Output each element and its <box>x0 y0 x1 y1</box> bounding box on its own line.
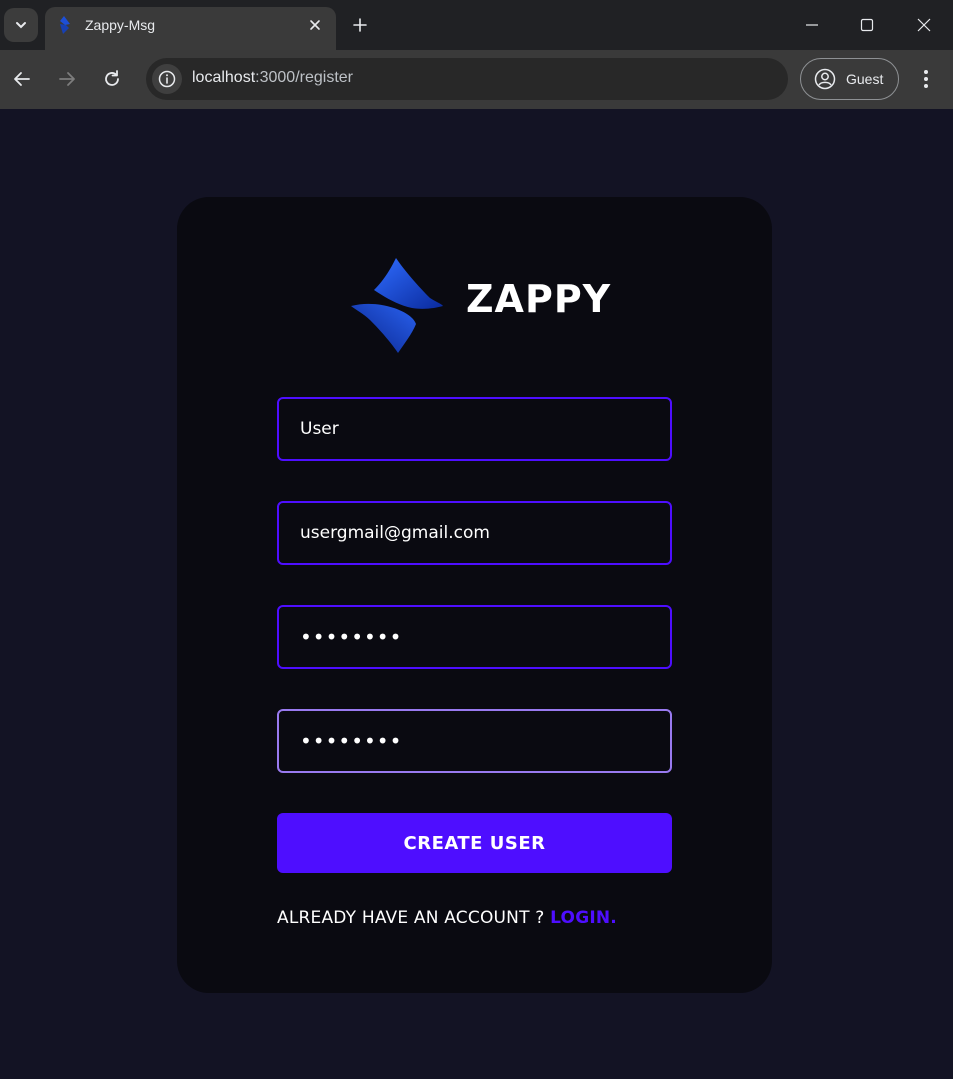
more-vertical-icon <box>924 70 928 88</box>
arrow-right-icon <box>59 72 75 86</box>
new-tab-button[interactable] <box>348 13 372 37</box>
browser-tab[interactable]: Zappy-Msg <box>45 7 336 50</box>
tab-search-button[interactable] <box>4 8 38 42</box>
close-icon <box>310 20 320 30</box>
password-input[interactable] <box>277 605 672 669</box>
url-path: :3000/register <box>255 69 353 86</box>
profile-label: Guest <box>846 71 884 87</box>
browser-tab-strip: Zappy-Msg <box>0 0 953 50</box>
account-circle-icon <box>814 68 836 90</box>
forward-button[interactable] <box>53 65 81 93</box>
confirm-password-input[interactable] <box>277 709 672 773</box>
login-link[interactable]: LOGIN. <box>550 908 617 928</box>
browser-menu-button[interactable] <box>914 65 938 93</box>
zappy-logo-icon <box>60 16 70 34</box>
register-form: ZAPPY CREATE USER ALREADY HAVE AN ACCOUN… <box>177 197 772 993</box>
reload-icon <box>105 70 119 86</box>
minimize-icon <box>806 24 818 26</box>
url-host: localhost <box>192 69 256 86</box>
address-bar[interactable]: localhost:3000/register <box>146 58 788 100</box>
back-button[interactable] <box>8 65 36 93</box>
info-icon <box>158 70 176 88</box>
reload-button[interactable] <box>98 65 126 93</box>
close-icon <box>917 18 931 32</box>
browser-toolbar: localhost:3000/register Guest <box>0 50 953 109</box>
maximize-icon <box>860 18 874 32</box>
plus-icon <box>353 18 367 32</box>
zappy-logo-icon <box>351 258 443 353</box>
login-prompt: ALREADY HAVE AN ACCOUNT ? LOGIN. <box>277 908 672 928</box>
brand-name: ZAPPY <box>466 277 612 321</box>
login-prompt-text: ALREADY HAVE AN ACCOUNT ? <box>277 908 551 928</box>
url-text: localhost:3000/register <box>192 69 353 87</box>
window-close-button[interactable] <box>909 10 939 40</box>
maximize-button[interactable] <box>852 10 882 40</box>
profile-button[interactable]: Guest <box>800 58 899 100</box>
minimize-button[interactable] <box>797 10 827 40</box>
username-input[interactable] <box>277 397 672 461</box>
tab-title: Zappy-Msg <box>85 17 156 33</box>
tab-close-button[interactable] <box>305 15 325 35</box>
arrow-left-icon <box>14 72 30 86</box>
site-info-button[interactable] <box>152 64 182 94</box>
email-input[interactable] <box>277 501 672 565</box>
chevron-down-icon <box>16 22 26 29</box>
create-user-button[interactable]: CREATE USER <box>277 813 672 873</box>
